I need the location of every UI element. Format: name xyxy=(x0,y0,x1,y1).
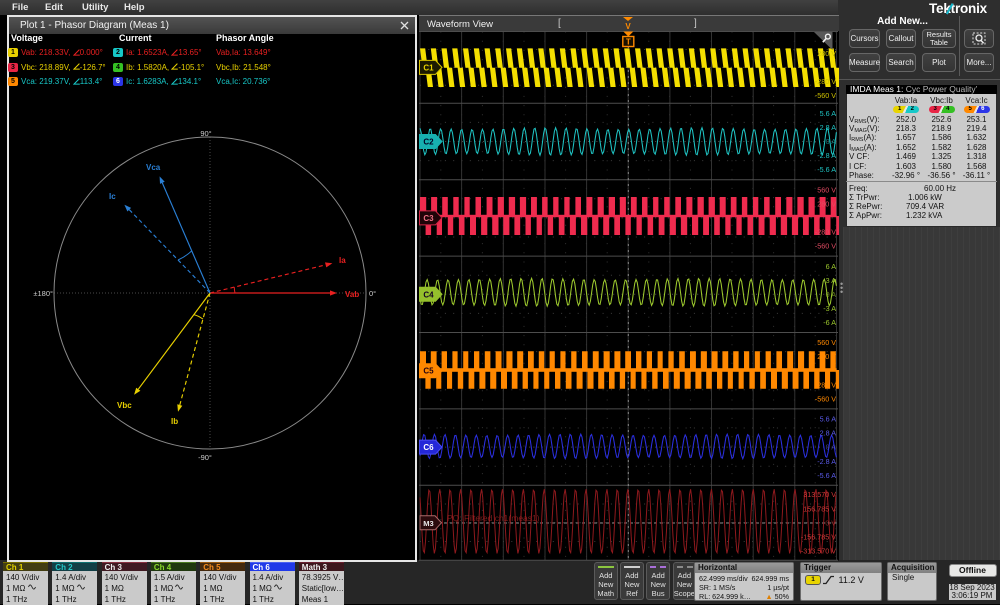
svg-text:2.8 A: 2.8 A xyxy=(820,123,837,132)
svg-text:560 V: 560 V xyxy=(817,185,836,194)
svg-text:-156.785 V: -156.785 V xyxy=(801,532,836,541)
svg-text:0 A: 0 A xyxy=(826,443,837,452)
svg-text:-5.6 A: -5.6 A xyxy=(817,471,836,480)
svg-text:156.785 V: 156.785 V xyxy=(803,504,836,513)
svg-text:C1: C1 xyxy=(423,63,434,72)
svg-text:0 A: 0 A xyxy=(826,290,837,299)
svg-text:0 V: 0 V xyxy=(825,518,836,527)
svg-text:-3 A: -3 A xyxy=(823,304,836,313)
svg-text:5.6 A: 5.6 A xyxy=(820,109,837,118)
svg-text:-90°: -90° xyxy=(198,453,212,462)
svg-text:-280 V: -280 V xyxy=(815,380,836,389)
svg-text:-2.8 A: -2.8 A xyxy=(817,457,836,466)
svg-text:3 A: 3 A xyxy=(826,276,837,285)
svg-text:5.6 A: 5.6 A xyxy=(820,415,837,424)
svg-text:280 V: 280 V xyxy=(817,352,836,361)
svg-text:T: T xyxy=(626,38,631,47)
svg-text:560 V: 560 V xyxy=(817,338,836,347)
svg-text:6 A: 6 A xyxy=(826,262,837,271)
svg-text:PQ: Filtered ch1(meas1): PQ: Filtered ch1(meas1) xyxy=(447,513,540,523)
svg-text:C5: C5 xyxy=(423,367,434,376)
svg-text:M3: M3 xyxy=(423,519,433,528)
svg-text:Vbc: Vbc xyxy=(117,401,132,410)
svg-text:-560 V: -560 V xyxy=(815,394,836,403)
svg-text:V: V xyxy=(625,22,631,31)
svg-text:-313.570 V: -313.570 V xyxy=(801,547,836,556)
svg-text:2.8 A: 2.8 A xyxy=(820,429,837,438)
svg-text:C4: C4 xyxy=(423,290,434,299)
svg-text:Ic: Ic xyxy=(109,192,116,201)
svg-text:±180°: ±180° xyxy=(33,289,53,298)
svg-text:C2: C2 xyxy=(423,138,434,147)
svg-text:Vab: Vab xyxy=(345,290,359,299)
svg-text:280 V: 280 V xyxy=(817,49,836,58)
svg-text:C6: C6 xyxy=(423,443,434,452)
svg-text:313.570 V: 313.570 V xyxy=(803,490,836,499)
svg-text:Ia: Ia xyxy=(339,256,346,265)
svg-text:0 A: 0 A xyxy=(826,137,837,146)
svg-text:280 V: 280 V xyxy=(817,199,836,208)
svg-text:Ib: Ib xyxy=(171,417,178,426)
svg-text:-560 V: -560 V xyxy=(815,242,836,251)
svg-text:C3: C3 xyxy=(423,214,434,223)
svg-text:-280 V: -280 V xyxy=(815,228,836,237)
svg-text:-6 A: -6 A xyxy=(823,318,836,327)
svg-text:-560 V: -560 V xyxy=(815,91,836,100)
svg-text:90°: 90° xyxy=(200,129,211,138)
svg-text:-5.6 A: -5.6 A xyxy=(817,165,836,174)
svg-text:-280 V: -280 V xyxy=(815,77,836,86)
svg-text:0°: 0° xyxy=(369,289,376,298)
svg-text:-2.8 A: -2.8 A xyxy=(817,151,836,160)
svg-text:Vca: Vca xyxy=(146,163,161,172)
